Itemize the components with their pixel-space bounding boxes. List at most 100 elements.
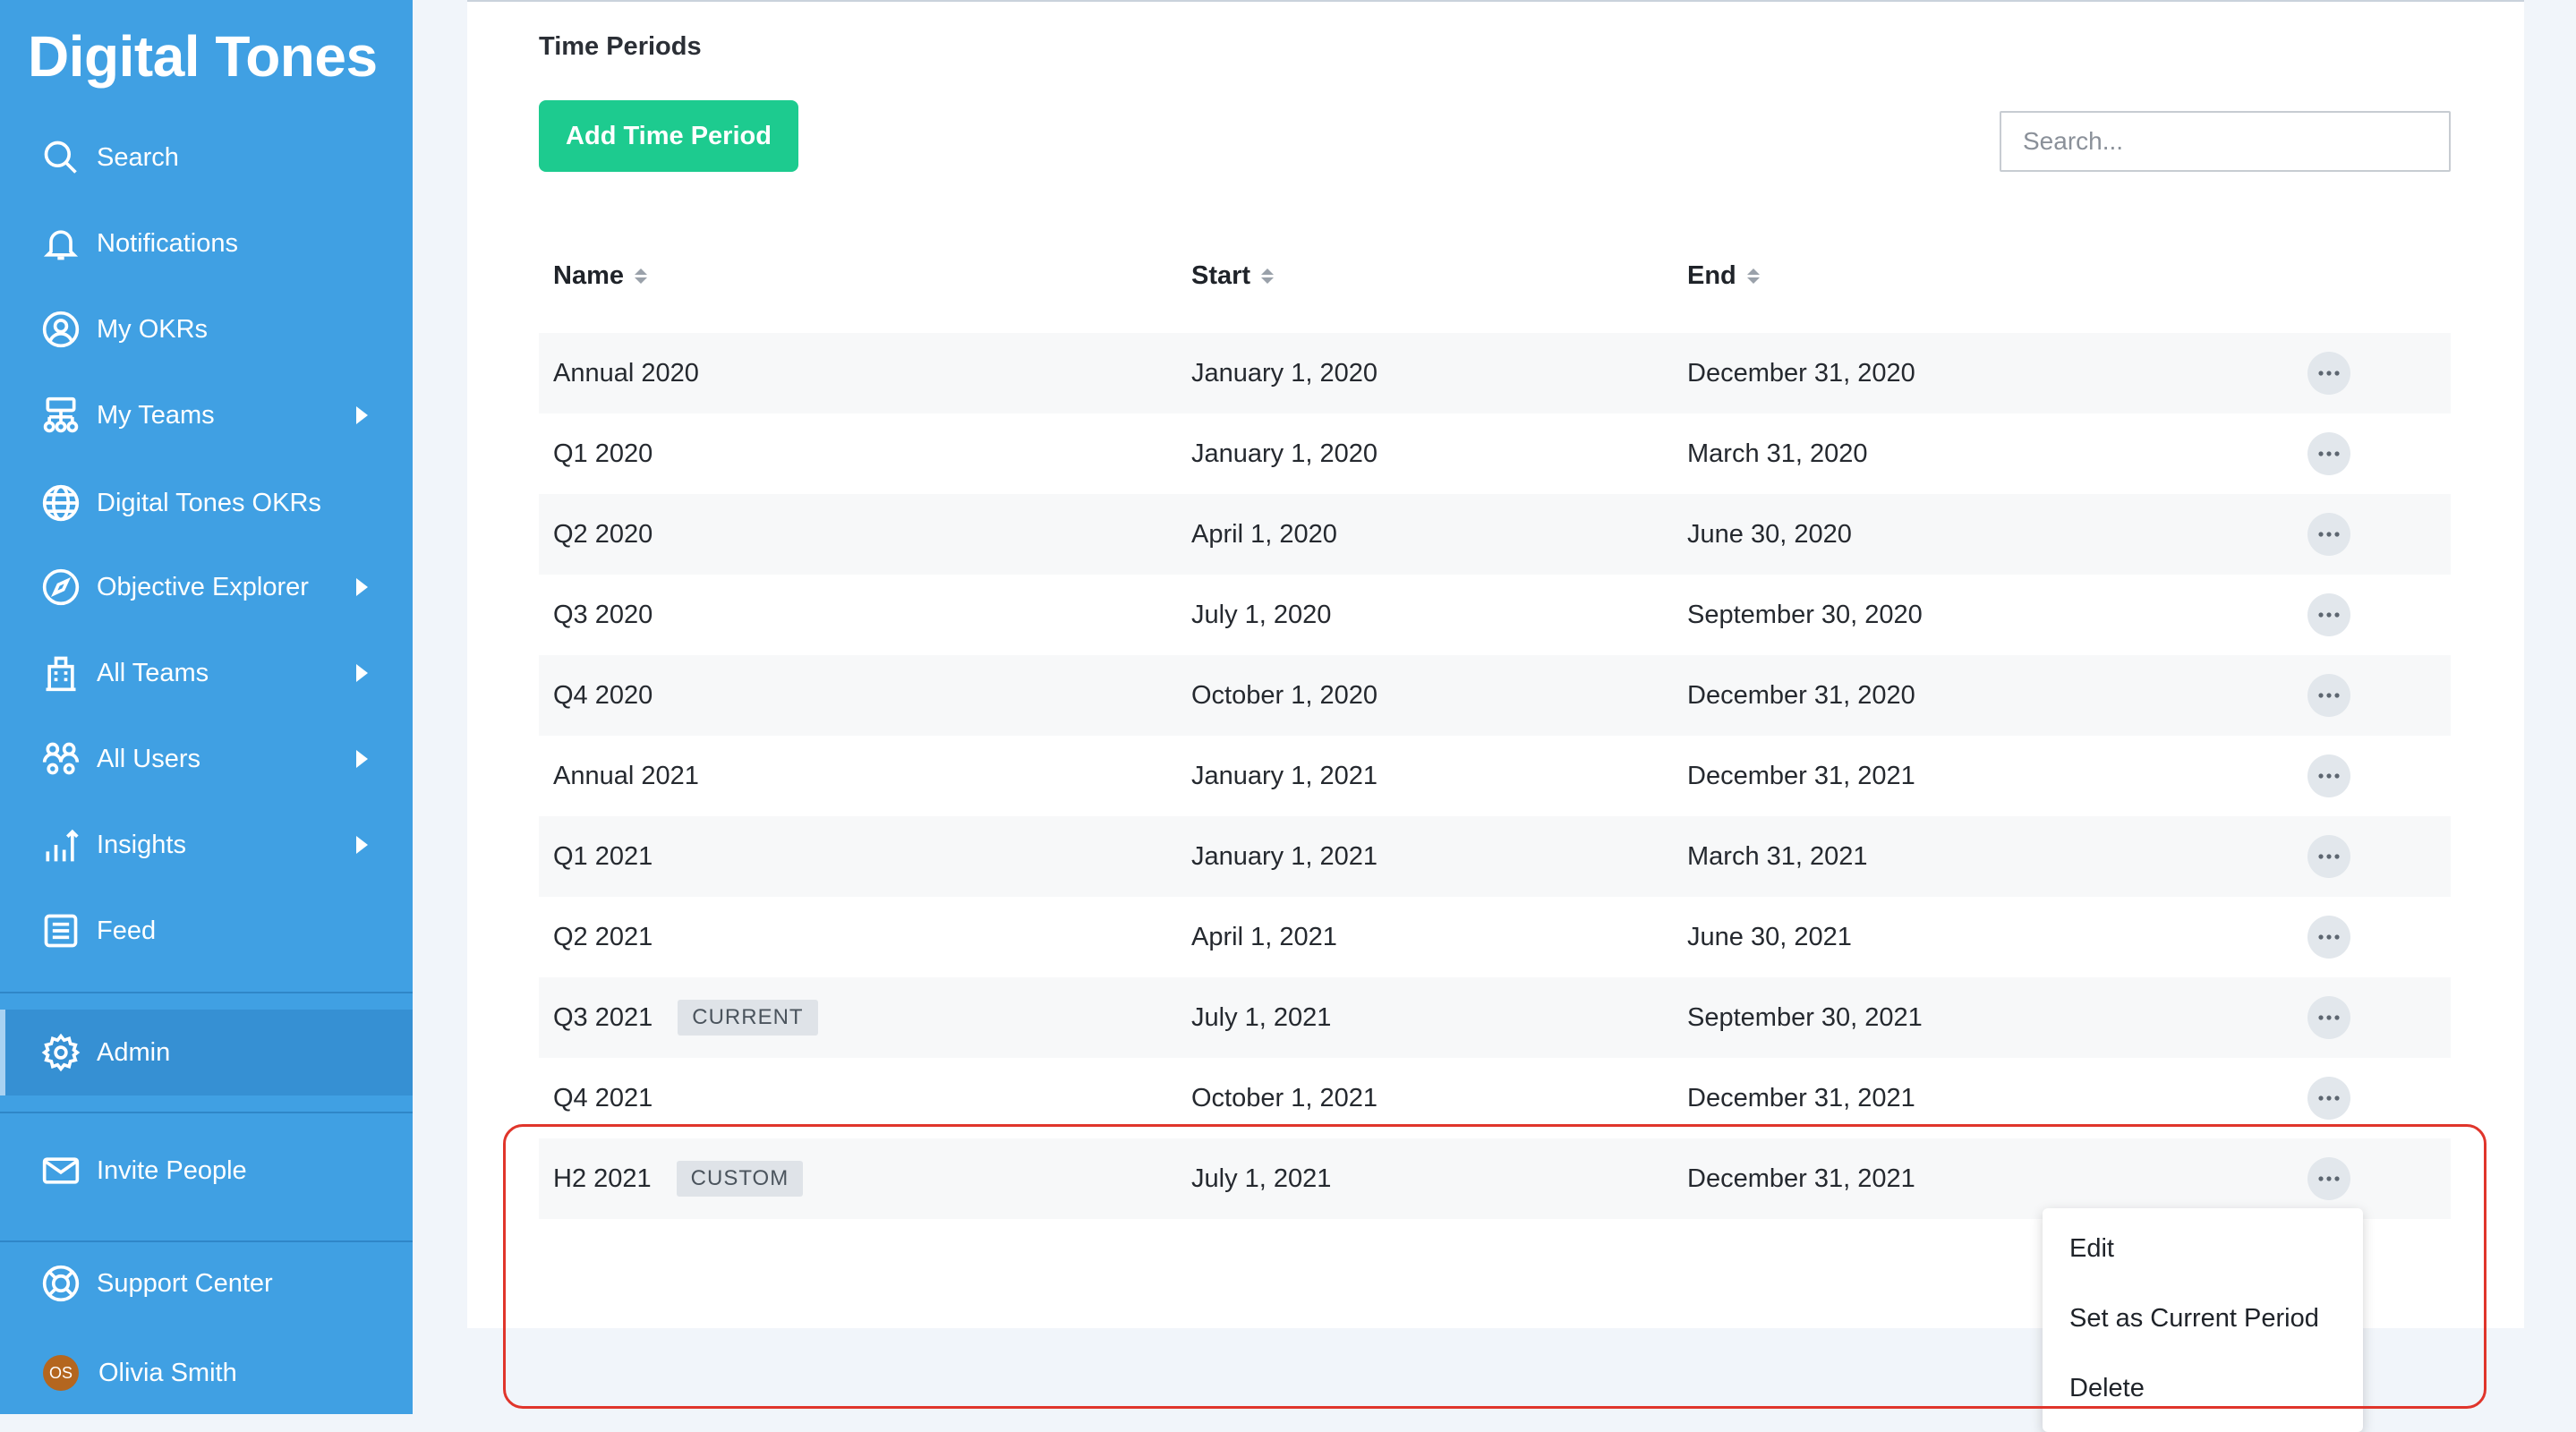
sidebar-item-all-teams[interactable]: All Teams [0,641,413,705]
sidebar-item-label: All Teams [97,658,209,687]
sort-icon [1261,268,1275,284]
sidebar-item-notifications[interactable]: Notifications [0,211,413,276]
building-icon [41,653,81,693]
table-row[interactable]: Q2 2020 April 1, 2020 June 30, 2020 [539,494,2451,575]
org-chart-icon [41,396,81,435]
column-header-label: Start [1191,261,1251,290]
more-actions-button[interactable] [2307,674,2350,717]
table-row[interactable]: Q1 2020 January 1, 2020 March 31, 2020 [539,413,2451,494]
user-circle-icon [41,310,81,349]
sidebar-divider [0,992,413,993]
chart-icon [41,825,81,865]
add-time-period-button[interactable]: Add Time Period [539,100,798,172]
menu-item-edit[interactable]: Edit [2043,1214,2363,1283]
period-name: Q3 2021 [553,1002,653,1032]
cell-start: January 1, 2020 [1191,358,1378,388]
cell-end: December 31, 2020 [1687,680,1915,710]
sidebar-item-label: Feed [97,916,157,945]
sidebar-item-my-okrs[interactable]: My OKRs [0,297,413,362]
column-header-name[interactable]: Name [553,261,647,291]
cell-name: Q1 2021 [553,816,653,897]
search-icon [41,138,81,177]
table-row[interactable]: Q2 2021 April 1, 2021 June 30, 2021 [539,897,2451,977]
sidebar-item-invite-people[interactable]: Invite People [0,1138,413,1203]
sidebar-item-all-users[interactable]: All Users [0,727,413,791]
ellipsis-icon [2318,1176,2340,1181]
compass-icon [41,567,81,607]
table-row[interactable]: Q4 2020 October 1, 2020 December 31, 2020 [539,655,2451,736]
globe-icon [41,483,81,523]
caret-right-icon [356,750,368,768]
more-actions-button[interactable] [2307,432,2350,475]
ellipsis-icon [2318,532,2340,537]
cell-start: January 1, 2021 [1191,841,1378,871]
cell-name: Q2 2020 [553,494,653,575]
more-actions-button[interactable] [2307,593,2350,636]
more-actions-button[interactable] [2307,996,2350,1039]
more-actions-button[interactable] [2307,352,2350,395]
sidebar-item-user-profile[interactable]: OS Olivia Smith [0,1341,413,1405]
sort-icon [635,268,647,284]
column-header-start[interactable]: Start [1191,261,1275,291]
sidebar-divider [0,1240,413,1242]
caret-right-icon [356,406,368,424]
period-name: Annual 2020 [553,358,699,388]
sidebar-item-digital-tones-okrs[interactable]: Digital Tones OKRs [0,471,413,535]
sidebar-item-support-center[interactable]: Support Center [0,1251,413,1316]
column-header-end[interactable]: End [1687,261,1760,291]
ellipsis-icon [2318,1015,2340,1020]
more-actions-button[interactable] [2307,835,2350,878]
more-actions-button[interactable] [2307,916,2350,959]
sidebar-item-feed[interactable]: Feed [0,899,413,963]
more-actions-button[interactable] [2307,1077,2350,1120]
cell-end: December 31, 2021 [1687,761,1915,790]
sidebar-item-admin[interactable]: Admin [0,1010,413,1095]
cell-end: December 31, 2021 [1687,1083,1915,1112]
status-badge: CUSTOM [676,1161,804,1197]
sidebar-item-objective-explorer[interactable]: Objective Explorer [0,555,413,619]
sidebar-item-my-teams[interactable]: My Teams [0,383,413,448]
cell-name: Q4 2020 [553,655,653,736]
bell-icon [41,224,81,263]
caret-right-icon [356,664,368,682]
period-name: Annual 2021 [553,761,699,790]
more-actions-button[interactable] [2307,1157,2350,1200]
list-icon [41,911,81,950]
ellipsis-icon [2318,934,2340,940]
gear-icon [41,1033,81,1072]
menu-item-set-current-period[interactable]: Set as Current Period [2043,1283,2363,1353]
ellipsis-icon [2318,854,2340,859]
table-row[interactable]: H2 2021 CUSTOM July 1, 2021 December 31, 20… [539,1138,2451,1219]
cell-start: July 1, 2020 [1191,600,1332,629]
column-header-label: End [1687,261,1736,290]
table-row[interactable]: Annual 2021 January 1, 2021 December 31, 2… [539,736,2451,816]
menu-item-delete[interactable]: Delete [2043,1353,2363,1423]
period-name: Q1 2020 [553,439,653,468]
table-row[interactable]: Q1 2021 January 1, 2021 March 31, 2021 [539,816,2451,897]
sidebar-item-insights[interactable]: Insights [0,813,413,877]
period-name: H2 2021 [553,1164,652,1193]
cell-name: Q3 2020 [553,575,653,655]
sidebar-item-label: Support Center [97,1268,273,1298]
sidebar-item-label: Insights [97,830,186,859]
brand-logo[interactable]: Digital Tones [28,23,378,90]
cell-start: January 1, 2020 [1191,439,1378,468]
sidebar-item-label: My OKRs [97,314,209,344]
table-row[interactable]: Annual 2020 January 1, 2020 December 31, 2… [539,333,2451,413]
period-name: Q3 2020 [553,600,653,629]
cell-end: December 31, 2021 [1687,1164,1915,1193]
table-row[interactable]: Q4 2021 October 1, 2021 December 31, 2021 [539,1058,2451,1138]
sidebar-item-label: Objective Explorer [97,572,309,601]
sidebar-item-label: All Users [97,744,201,773]
cell-end: September 30, 2020 [1687,600,1923,629]
search-input[interactable] [2000,111,2451,172]
sort-icon [1746,268,1760,284]
more-actions-button[interactable] [2307,513,2350,556]
more-actions-button[interactable] [2307,754,2350,797]
sidebar-item-search[interactable]: Search [0,125,413,190]
table-row[interactable]: Q3 2020 July 1, 2020 September 30, 2020 [539,575,2451,655]
table-row[interactable]: Q3 2021 CURRENT July 1, 2021 September 30, … [539,977,2451,1058]
cell-start: October 1, 2020 [1191,680,1378,710]
sidebar-item-label: Invite People [97,1155,247,1185]
sidebar-item-label: Notifications [97,228,238,258]
